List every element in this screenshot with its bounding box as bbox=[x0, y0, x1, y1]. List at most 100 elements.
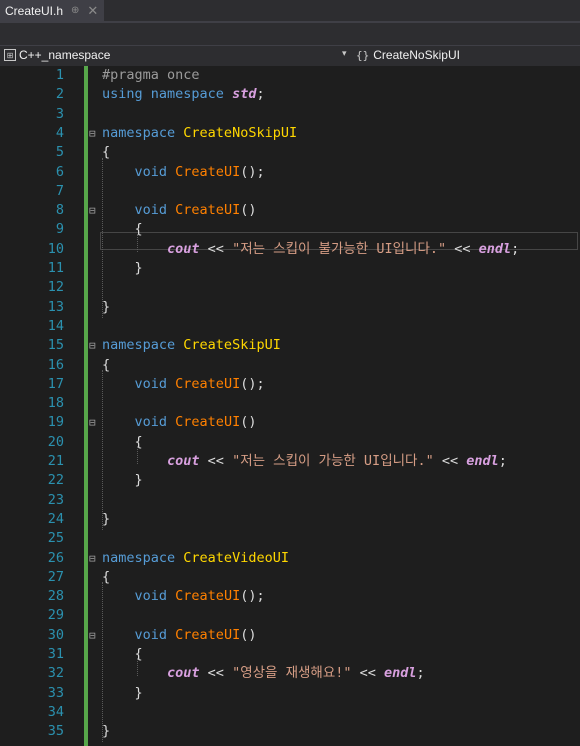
code-line[interactable]: 2 using namespace std; bbox=[0, 85, 580, 104]
code-token: () bbox=[240, 202, 257, 219]
code-text: void CreateUI() bbox=[102, 201, 257, 220]
code-line[interactable]: 32 cout << "영상을 재생해요!" << endl; bbox=[0, 664, 580, 683]
code-line[interactable]: 12 bbox=[0, 278, 580, 297]
code-token: CreateUI bbox=[175, 202, 241, 219]
code-line[interactable]: 4 ⊟ namespace CreateNoSkipUI bbox=[0, 124, 580, 143]
code-text: void CreateUI() bbox=[102, 626, 257, 645]
code-line[interactable]: 26 ⊟ namespace CreateVideoUI bbox=[0, 549, 580, 568]
code-token: << bbox=[433, 453, 467, 469]
code-line[interactable]: 6 void CreateUI(); bbox=[0, 163, 580, 182]
code-token: } bbox=[102, 298, 111, 315]
line-number: 34 bbox=[47, 703, 64, 720]
code-line[interactable]: 33 } bbox=[0, 684, 580, 703]
code-line[interactable]: 28 void CreateUI(); bbox=[0, 587, 580, 606]
code-line[interactable]: 17 void CreateUI(); bbox=[0, 375, 580, 394]
code-line[interactable]: 18 bbox=[0, 394, 580, 413]
code-line[interactable]: 1 #pragma once bbox=[0, 66, 580, 85]
code-line[interactable]: 19 ⊟ void CreateUI() bbox=[0, 413, 580, 432]
code-token: void bbox=[134, 163, 168, 180]
code-text: } bbox=[102, 684, 143, 703]
code-token: void bbox=[134, 202, 168, 219]
code-token: { bbox=[102, 221, 143, 238]
code-line[interactable]: 30 ⊟ void CreateUI() bbox=[0, 626, 580, 645]
code-line[interactable]: 5{ bbox=[0, 143, 580, 162]
code-token: void bbox=[134, 375, 168, 392]
code-text: cout << "저는 스킵이 불가능한 UI입니다." << endl; bbox=[102, 240, 519, 259]
collapse-icon[interactable]: ⊟ bbox=[89, 549, 96, 568]
code-line[interactable]: 3 bbox=[0, 105, 580, 124]
code-token: CreateVideoUI bbox=[183, 549, 289, 566]
line-number: 25 bbox=[47, 530, 64, 547]
code-line[interactable]: 16 { bbox=[0, 356, 580, 375]
code-text: } bbox=[102, 471, 143, 490]
code-line[interactable]: 35} bbox=[0, 722, 580, 741]
code-line[interactable]: 9 { bbox=[0, 220, 580, 239]
line-number: 3 bbox=[55, 105, 64, 122]
tab-title[interactable]: CreateUI.h bbox=[5, 4, 63, 18]
code-line[interactable]: 15 ⊟ namespace CreateSkipUI bbox=[0, 336, 580, 355]
code-line[interactable]: 29 bbox=[0, 606, 580, 625]
code-text: namespace CreateSkipUI bbox=[102, 336, 281, 355]
editor-header-spacer bbox=[0, 23, 580, 45]
collapse-icon[interactable]: ⊟ bbox=[89, 124, 96, 143]
code-line[interactable]: 10 cout << "저는 스킵이 불가능한 UI입니다." << endl; bbox=[0, 240, 580, 259]
code-token: () bbox=[240, 626, 257, 643]
collapse-icon[interactable]: ⊟ bbox=[89, 201, 96, 220]
code-line[interactable]: 7 bbox=[0, 182, 580, 201]
line-number: 22 bbox=[47, 472, 64, 489]
code-line[interactable]: 20 { bbox=[0, 433, 580, 452]
line-number: 19 bbox=[47, 414, 64, 431]
code-line[interactable]: 23 bbox=[0, 491, 580, 510]
line-number: 29 bbox=[47, 607, 64, 624]
code-token: ; bbox=[416, 665, 425, 682]
code-token: CreateUI bbox=[175, 163, 241, 180]
code-token: CreateUI bbox=[175, 414, 241, 431]
code-text: void CreateUI() bbox=[102, 413, 257, 432]
code-text: void CreateUI(); bbox=[102, 375, 265, 394]
line-number: 10 bbox=[47, 240, 64, 257]
code-token: namespace bbox=[150, 86, 224, 103]
code-token: void bbox=[134, 588, 168, 605]
code-line[interactable]: 22 } bbox=[0, 471, 580, 490]
code-line[interactable]: 14 bbox=[0, 317, 580, 336]
line-number: 35 bbox=[47, 723, 64, 740]
file-tab[interactable]: CreateUI.h ⊕ ✕ bbox=[0, 0, 105, 21]
code-editor[interactable]: 1 #pragma once 2 using namespace std; 3 4 ⊟ nam… bbox=[0, 66, 580, 746]
code-line[interactable]: 31 { bbox=[0, 645, 580, 664]
scope-dropdown[interactable]: ⊞ C++_namespace bbox=[4, 48, 344, 62]
collapse-icon[interactable]: ⊟ bbox=[89, 626, 96, 645]
collapse-icon[interactable]: ⊟ bbox=[89, 336, 96, 355]
code-token: (); bbox=[240, 588, 265, 605]
code-line[interactable]: 8 ⊟ void CreateUI() bbox=[0, 201, 580, 220]
code-line[interactable]: 34 bbox=[0, 703, 580, 722]
code-line[interactable]: 25 bbox=[0, 529, 580, 548]
code-line[interactable]: 24} bbox=[0, 510, 580, 529]
line-number: 21 bbox=[47, 453, 64, 469]
code-text: } bbox=[102, 298, 110, 317]
code-token: ; bbox=[256, 86, 265, 103]
chevron-down-icon[interactable]: ▾ bbox=[342, 48, 347, 59]
code-token: namespace bbox=[102, 337, 176, 354]
code-token: << bbox=[199, 453, 233, 469]
code-token: CreateUI bbox=[175, 375, 241, 392]
collapse-icon[interactable]: ⊟ bbox=[89, 413, 96, 432]
code-line[interactable]: 13} bbox=[0, 298, 580, 317]
tab-strip: CreateUI.h ⊕ ✕ bbox=[0, 0, 580, 23]
code-token: "영상을 재생해요!" bbox=[232, 665, 352, 682]
close-icon[interactable]: ✕ bbox=[87, 4, 98, 17]
pin-icon[interactable]: ⊕ bbox=[71, 5, 79, 16]
code-line[interactable]: 27 { bbox=[0, 568, 580, 587]
code-token: using bbox=[102, 86, 143, 103]
code-line[interactable]: 11 } bbox=[0, 259, 580, 278]
member-dropdown[interactable]: {} CreateNoSkipUI bbox=[356, 48, 460, 62]
code-line[interactable]: 21 cout << "저는 스킵이 가능한 UI입니다." << endl; bbox=[0, 452, 580, 471]
navigation-bar: ⊞ C++_namespace ▾ {} CreateNoSkipUI bbox=[0, 45, 580, 67]
line-number: 17 bbox=[47, 375, 64, 392]
code-token: cout bbox=[167, 453, 200, 469]
code-text: cout << "저는 스킵이 가능한 UI입니다." << endl; bbox=[102, 452, 507, 471]
code-token: ; bbox=[511, 240, 520, 257]
